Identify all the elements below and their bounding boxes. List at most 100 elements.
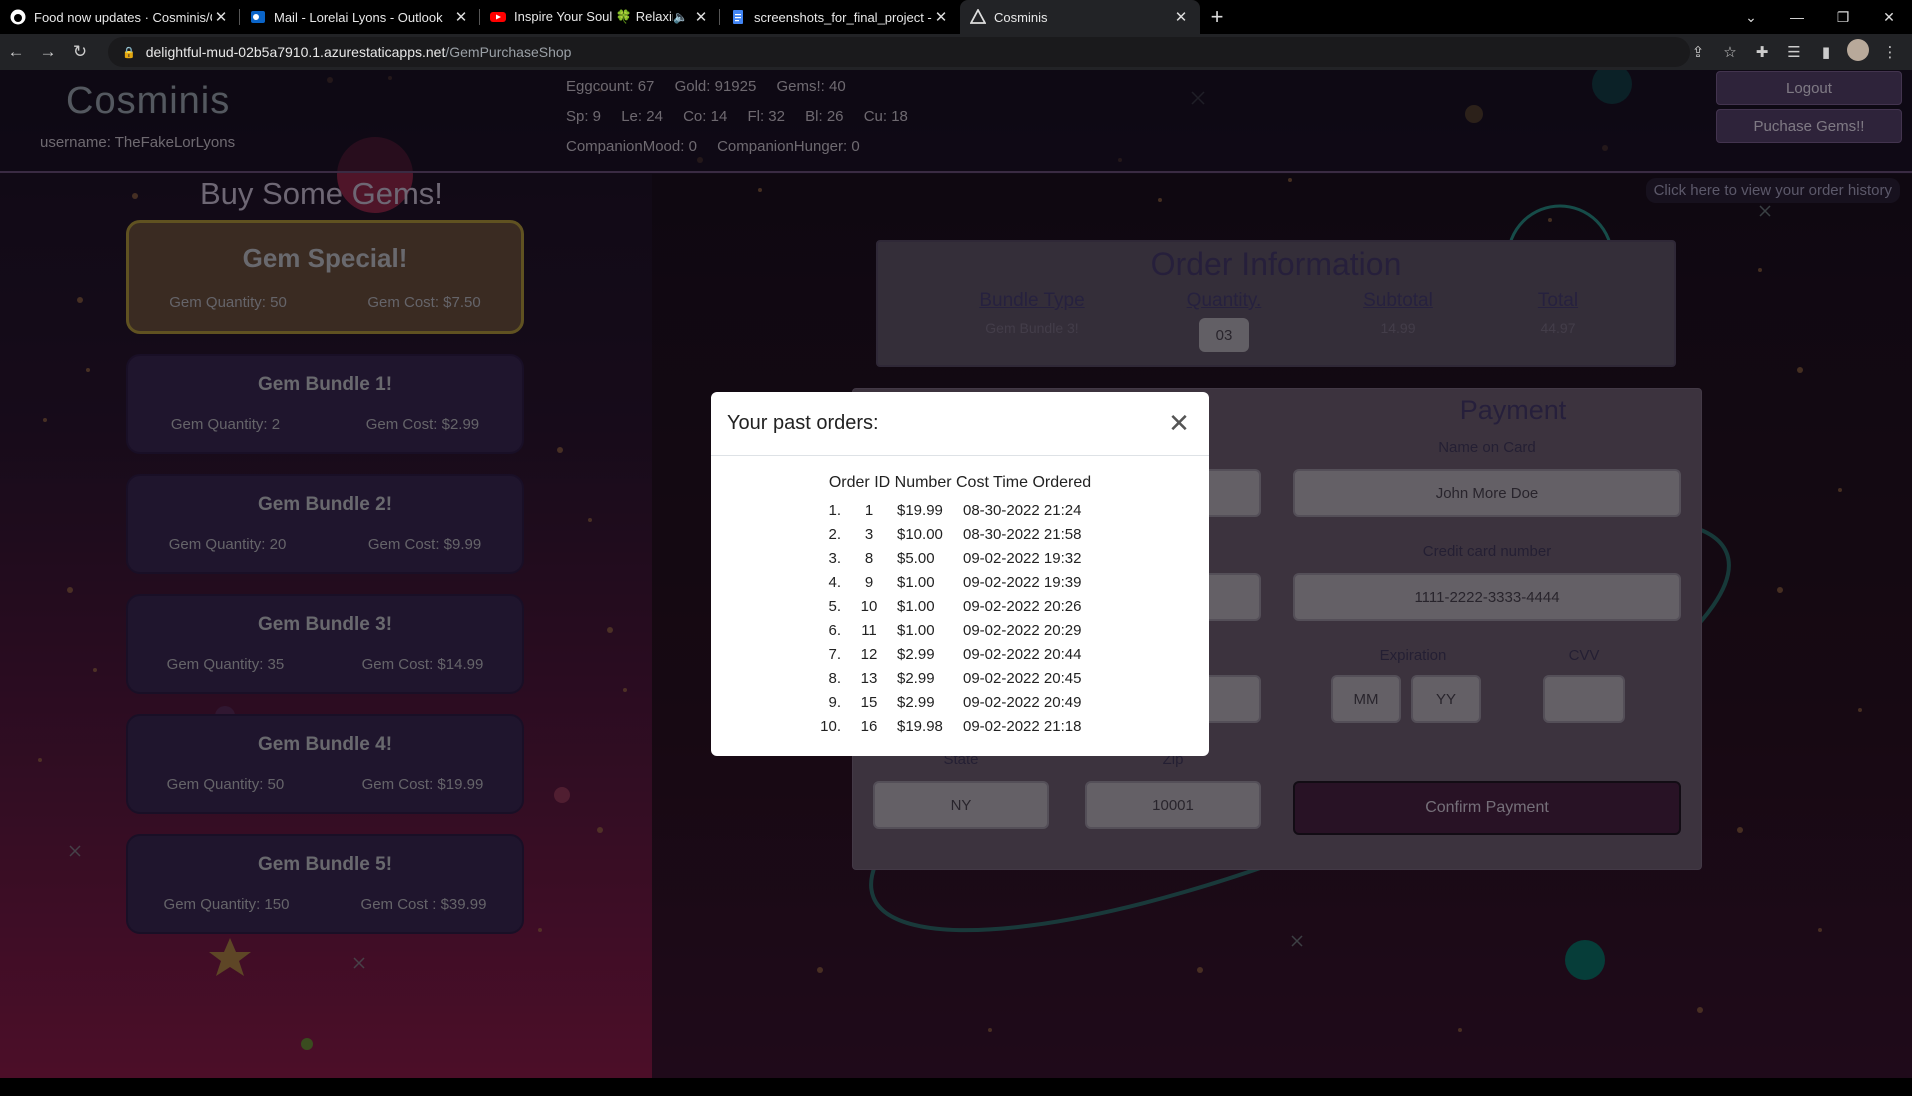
order-number: 9. — [828, 693, 841, 711]
window-controls: ⌄ — ❐ ✕ — [1728, 0, 1912, 34]
browser-tab-3[interactable]: Inspire Your Soul 🍀 Relaxing 🔈 ✕ — [480, 0, 720, 34]
order-number: 5. — [828, 597, 841, 615]
order-time: 09-02-2022 20:49 — [963, 693, 1082, 711]
order-row: 9. 15 $2.99 09-02-2022 20:49 — [711, 690, 1209, 714]
order-time: 09-02-2022 20:26 — [963, 597, 1082, 615]
outlook-icon — [251, 11, 265, 23]
order-rows: 1. 1 $19.99 08-30-2022 21:24 2. 3 $10.00 08-30-… — [711, 498, 1209, 738]
order-number: 10. — [820, 717, 841, 735]
order-id: 1 — [864, 501, 874, 519]
order-cost: $2.99 — [897, 693, 935, 711]
tab-close-icon[interactable]: ✕ — [932, 8, 950, 26]
tab-title: screenshots_for_final_project - G — [754, 9, 932, 25]
close-icon[interactable]: ✕ — [1165, 408, 1193, 439]
url-host: delightful-mud-02b5a7910.1.azurestaticap… — [145, 44, 446, 60]
order-cost: $10.00 — [897, 525, 943, 543]
order-cost: $1.00 — [897, 621, 935, 639]
browser-tab-5[interactable]: Cosminis ✕ — [960, 0, 1200, 34]
order-row: 6. 11 $1.00 09-02-2022 20:29 — [711, 618, 1209, 642]
order-id: 12 — [860, 645, 878, 663]
side-panel-icon[interactable]: ▮ — [1810, 43, 1842, 61]
restore-icon[interactable]: ❐ — [1820, 9, 1866, 26]
modal-header: Your past orders: ✕ — [711, 392, 1209, 456]
order-cost: $5.00 — [897, 549, 935, 567]
window-bottom-edge — [0, 1078, 1912, 1096]
order-id: 16 — [860, 717, 878, 735]
order-row: 5. 10 $1.00 09-02-2022 20:26 — [711, 594, 1209, 618]
browser-right-controls: ⇪ ☆ ✚ ☰ ▮ ⋮ — [1682, 34, 1906, 70]
reading-list-icon[interactable]: ☰ — [1778, 43, 1810, 61]
order-time: 09-02-2022 20:44 — [963, 645, 1082, 663]
order-row: 3. 8 $5.00 09-02-2022 19:32 — [711, 546, 1209, 570]
order-id: 8 — [864, 549, 874, 567]
order-number: 6. — [828, 621, 841, 639]
modal-title: Your past orders: — [727, 412, 879, 434]
tab-title: Cosminis — [994, 9, 1048, 25]
order-number: 4. — [828, 573, 841, 591]
order-id: 15 — [860, 693, 878, 711]
github-icon — [10, 9, 26, 25]
tab-search-icon[interactable]: ⌄ — [1728, 9, 1774, 26]
docs-icon — [733, 10, 743, 24]
angular-icon — [970, 9, 986, 24]
order-time: 09-02-2022 19:39 — [963, 573, 1082, 591]
forward-icon[interactable]: → — [32, 42, 64, 62]
reload-icon[interactable]: ↻ — [64, 42, 96, 62]
order-cost: $2.99 — [897, 669, 935, 687]
order-time: 09-02-2022 20:45 — [963, 669, 1082, 687]
order-cost: $1.00 — [897, 597, 935, 615]
menu-kebab-icon[interactable]: ⋮ — [1874, 43, 1906, 61]
order-cost: $19.98 — [897, 717, 943, 735]
order-id: 9 — [864, 573, 874, 591]
order-row: 8. 13 $2.99 09-02-2022 20:45 — [711, 666, 1209, 690]
order-number: 1. — [828, 501, 841, 519]
profile-avatar[interactable] — [1842, 39, 1874, 65]
order-cost: $2.99 — [897, 645, 935, 663]
tab-close-icon[interactable]: ✕ — [1172, 8, 1190, 26]
tab-close-icon[interactable]: ✕ — [452, 8, 470, 26]
order-time: 09-02-2022 21:18 — [963, 717, 1082, 735]
browser-toolbar: ← → ↻ 🔒 delightful-mud-02b5a7910.1.azure… — [0, 34, 1912, 70]
youtube-icon — [490, 12, 506, 22]
order-number: 7. — [828, 645, 841, 663]
orders-list: Order ID Number Cost Time Ordered 1. 1 $19… — [711, 474, 1209, 738]
order-row: 4. 9 $1.00 09-02-2022 19:39 — [711, 570, 1209, 594]
order-row: 7. 12 $2.99 09-02-2022 20:44 — [711, 642, 1209, 666]
order-cost: $1.00 — [897, 573, 935, 591]
tab-title: Inspire Your Soul 🍀 Relaxing — [514, 9, 674, 24]
url-path: /GemPurchaseShop — [445, 44, 572, 60]
order-time: 09-02-2022 19:32 — [963, 549, 1082, 567]
extensions-icon[interactable]: ✚ — [1746, 43, 1778, 61]
order-time: 09-02-2022 20:29 — [963, 621, 1082, 639]
back-icon[interactable]: ← — [0, 42, 32, 62]
order-id: 11 — [861, 621, 877, 639]
bookmark-star-icon[interactable]: ☆ — [1714, 43, 1746, 61]
order-number: 3. — [828, 549, 841, 567]
order-row: 2. 3 $10.00 08-30-2022 21:58 — [711, 522, 1209, 546]
tab-close-icon[interactable]: ✕ — [212, 8, 230, 26]
speaker-icon[interactable]: 🔈 — [673, 10, 688, 24]
share-icon[interactable]: ⇪ — [1682, 43, 1714, 61]
orders-header: Order ID Number Cost Time Ordered — [828, 474, 1092, 491]
past-orders-modal: Your past orders: ✕ Order ID Number Cost… — [711, 392, 1209, 756]
tab-title: Mail - Lorelai Lyons - Outlook — [274, 9, 443, 25]
address-bar[interactable]: 🔒 delightful-mud-02b5a7910.1.azurestatic… — [108, 37, 1690, 67]
new-tab-button[interactable]: + — [1200, 4, 1234, 30]
order-id: 3 — [864, 525, 874, 543]
browser-tab-bar: Food now updates · Cosminis/Co ✕ Mail - … — [0, 0, 1912, 34]
order-number: 8. — [828, 669, 841, 687]
minimize-icon[interactable]: — — [1774, 9, 1820, 25]
lock-icon: 🔒 — [122, 46, 136, 59]
browser-tab-2[interactable]: Mail - Lorelai Lyons - Outlook ✕ — [240, 0, 480, 34]
browser-tab-1[interactable]: Food now updates · Cosminis/Co ✕ — [0, 0, 240, 34]
order-row: 1. 1 $19.99 08-30-2022 21:24 — [711, 498, 1209, 522]
order-time: 08-30-2022 21:24 — [963, 501, 1082, 519]
close-window-icon[interactable]: ✕ — [1866, 9, 1912, 26]
order-row: 10. 16 $19.98 09-02-2022 21:18 — [711, 714, 1209, 738]
browser-tab-4[interactable]: screenshots_for_final_project - G ✕ — [720, 0, 960, 34]
tab-title: Food now updates · Cosminis/Co — [34, 9, 212, 25]
order-cost: $19.99 — [897, 501, 943, 519]
tab-close-icon[interactable]: ✕ — [692, 8, 710, 26]
order-number: 2. — [828, 525, 841, 543]
order-time: 08-30-2022 21:58 — [963, 525, 1082, 543]
